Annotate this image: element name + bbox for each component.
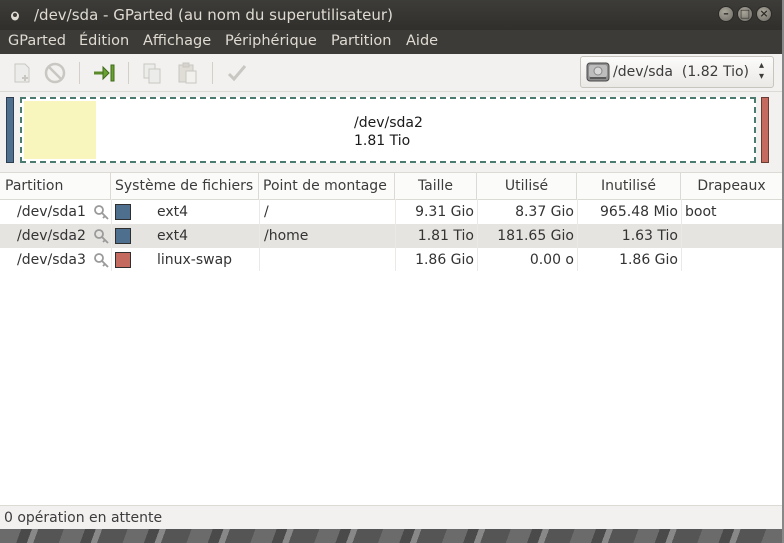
filesystem-color-swatch: [115, 204, 131, 220]
table-row[interactable]: /dev/sda1 ext4 / 9.31 Gio 8.37 Gio 965.4…: [0, 200, 782, 224]
column-header-flags[interactable]: Drapeaux: [681, 173, 782, 199]
filesystem-color-swatch: [115, 228, 131, 244]
copy-icon[interactable]: [140, 61, 164, 85]
menu-bar: GParted Édition Affichage Périphérique P…: [0, 30, 782, 54]
pending-operations-text: 0 opération en attente: [4, 510, 163, 526]
menu-affichage[interactable]: Affichage: [143, 33, 211, 49]
menu-aide[interactable]: Aide: [406, 33, 438, 49]
cell-filesystem: linux-swap: [157, 252, 233, 268]
window-title: /dev/sda - GParted (au nom du superutili…: [34, 6, 393, 24]
partition-block-sda3[interactable]: [761, 97, 769, 163]
key-icon: [94, 205, 109, 220]
apply-icon[interactable]: [225, 61, 249, 85]
key-icon: [94, 229, 109, 244]
menu-partition[interactable]: Partition: [331, 33, 391, 49]
cell-partition: /dev/sda3: [17, 252, 86, 268]
combo-arrows-icon: ▴ ▾: [759, 60, 765, 82]
column-header-size[interactable]: Taille: [395, 173, 477, 199]
column-divider: [111, 199, 112, 271]
cell-size: 1.86 Gio: [415, 252, 474, 268]
column-divider: [681, 199, 682, 271]
cell-used: 181.65 Gio: [497, 228, 574, 244]
toolbar-separator: [128, 62, 129, 84]
partition-table: Partition Système de fichiers Point de m…: [0, 172, 782, 506]
cell-flags: boot: [685, 204, 717, 220]
column-header-used[interactable]: Utilisé: [477, 173, 577, 199]
cell-filesystem: ext4: [157, 204, 189, 220]
toolbar-separator: [212, 62, 213, 84]
desktop-background: [0, 529, 784, 543]
maximize-button[interactable]: □: [737, 6, 753, 22]
cell-mountpoint: /home: [264, 228, 309, 244]
device-label: /dev/sda (1.82 Tio): [613, 64, 750, 80]
used-space-bar: [24, 101, 96, 159]
app-icon: [11, 11, 19, 21]
cell-filesystem: ext4: [157, 228, 189, 244]
table-header: Partition Système de fichiers Point de m…: [0, 173, 782, 200]
column-divider: [577, 199, 578, 271]
key-icon: [94, 253, 109, 268]
new-partition-icon[interactable]: [10, 61, 34, 85]
partition-block-size: 1.81 Tio: [354, 133, 411, 149]
cell-mountpoint: /: [264, 204, 269, 220]
cell-unused: 1.63 Tio: [621, 228, 678, 244]
paste-icon[interactable]: [175, 61, 199, 85]
column-divider: [259, 199, 260, 271]
column-header-unused[interactable]: Inutilisé: [577, 173, 681, 199]
column-divider: [477, 199, 478, 271]
delete-icon[interactable]: [43, 61, 67, 85]
cell-partition: /dev/sda1: [17, 204, 86, 220]
cell-used: 8.37 Gio: [515, 204, 574, 220]
gparted-window: /dev/sda - GParted (au nom du superutili…: [0, 0, 782, 529]
column-header-filesystem[interactable]: Système de fichiers: [111, 173, 259, 199]
cell-size: 1.81 Tio: [417, 228, 474, 244]
device-selector[interactable]: /dev/sda (1.82 Tio) ▴ ▾: [580, 56, 774, 88]
filesystem-color-swatch: [115, 252, 131, 268]
cell-partition: /dev/sda2: [17, 228, 86, 244]
cell-unused: 965.48 Mio: [600, 204, 678, 220]
menu-edition[interactable]: Édition: [79, 33, 129, 49]
partition-block-sda2[interactable]: /dev/sda2 1.81 Tio: [20, 97, 756, 163]
column-header-mountpoint[interactable]: Point de montage: [259, 173, 395, 199]
disk-map: /dev/sda2 1.81 Tio: [4, 95, 778, 166]
partition-block-sda1[interactable]: [6, 97, 14, 163]
menu-gparted[interactable]: GParted: [8, 33, 66, 49]
hard-drive-icon: [586, 62, 610, 82]
title-bar: /dev/sda - GParted (au nom du superutili…: [0, 0, 782, 30]
status-bar: 0 opération en attente: [0, 505, 782, 529]
cell-used: 0.00 o: [529, 252, 574, 268]
column-divider: [395, 199, 396, 271]
table-row[interactable]: /dev/sda3 linux-swap 1.86 Gio 0.00 o 1.8…: [0, 248, 782, 272]
minimize-button[interactable]: –: [718, 6, 734, 22]
cell-size: 9.31 Gio: [415, 204, 474, 220]
toolbar-separator: [79, 62, 80, 84]
resize-move-icon[interactable]: [92, 61, 116, 85]
column-header-partition[interactable]: Partition: [0, 173, 111, 199]
cell-unused: 1.86 Gio: [619, 252, 678, 268]
table-row[interactable]: /dev/sda2 ext4 /home 1.81 Tio 181.65 Gio…: [0, 224, 782, 248]
partition-block-name: /dev/sda2: [354, 115, 423, 131]
menu-peripherique[interactable]: Périphérique: [225, 33, 317, 49]
close-button[interactable]: ×: [756, 6, 772, 22]
